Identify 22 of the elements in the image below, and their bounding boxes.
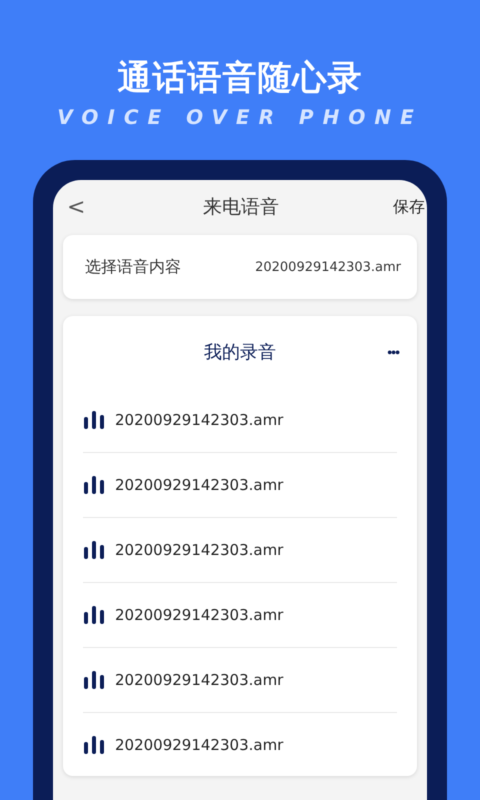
promo-subtitle: VOICE OVER PHONE <box>57 104 423 130</box>
recording-item[interactable]: 20200929142303.amr <box>83 518 397 583</box>
selected-file: 20200929142303.amr <box>255 260 401 274</box>
promo-title: 通话语音随心录 <box>118 57 362 100</box>
audio-bars-icon <box>83 671 105 689</box>
audio-bars-icon <box>83 476 105 494</box>
select-voice-label: 选择语音内容 <box>85 256 181 278</box>
audio-bars-icon <box>83 541 105 559</box>
select-voice-row[interactable]: 选择语音内容 20200929142303.amr <box>63 235 417 299</box>
screen-title: 来电语音 <box>202 195 280 220</box>
audio-bars-icon <box>83 411 105 429</box>
recording-item[interactable]: 20200929142303.amr <box>83 713 397 777</box>
more-button[interactable]: ••• <box>387 344 399 360</box>
recording-item[interactable]: 20200929142303.amr <box>83 648 397 713</box>
back-button[interactable]: < <box>63 194 90 220</box>
recording-item[interactable]: 20200929142303.amr <box>83 453 397 518</box>
save-button[interactable]: 保存 <box>393 196 425 218</box>
audio-bars-icon <box>83 736 105 754</box>
recording-item[interactable]: 20200929142303.amr <box>83 583 397 648</box>
audio-bars-icon <box>83 606 105 624</box>
recordings-title: 我的录音 <box>204 341 276 364</box>
recording-item[interactable]: 20200929142303.amr <box>83 388 397 453</box>
